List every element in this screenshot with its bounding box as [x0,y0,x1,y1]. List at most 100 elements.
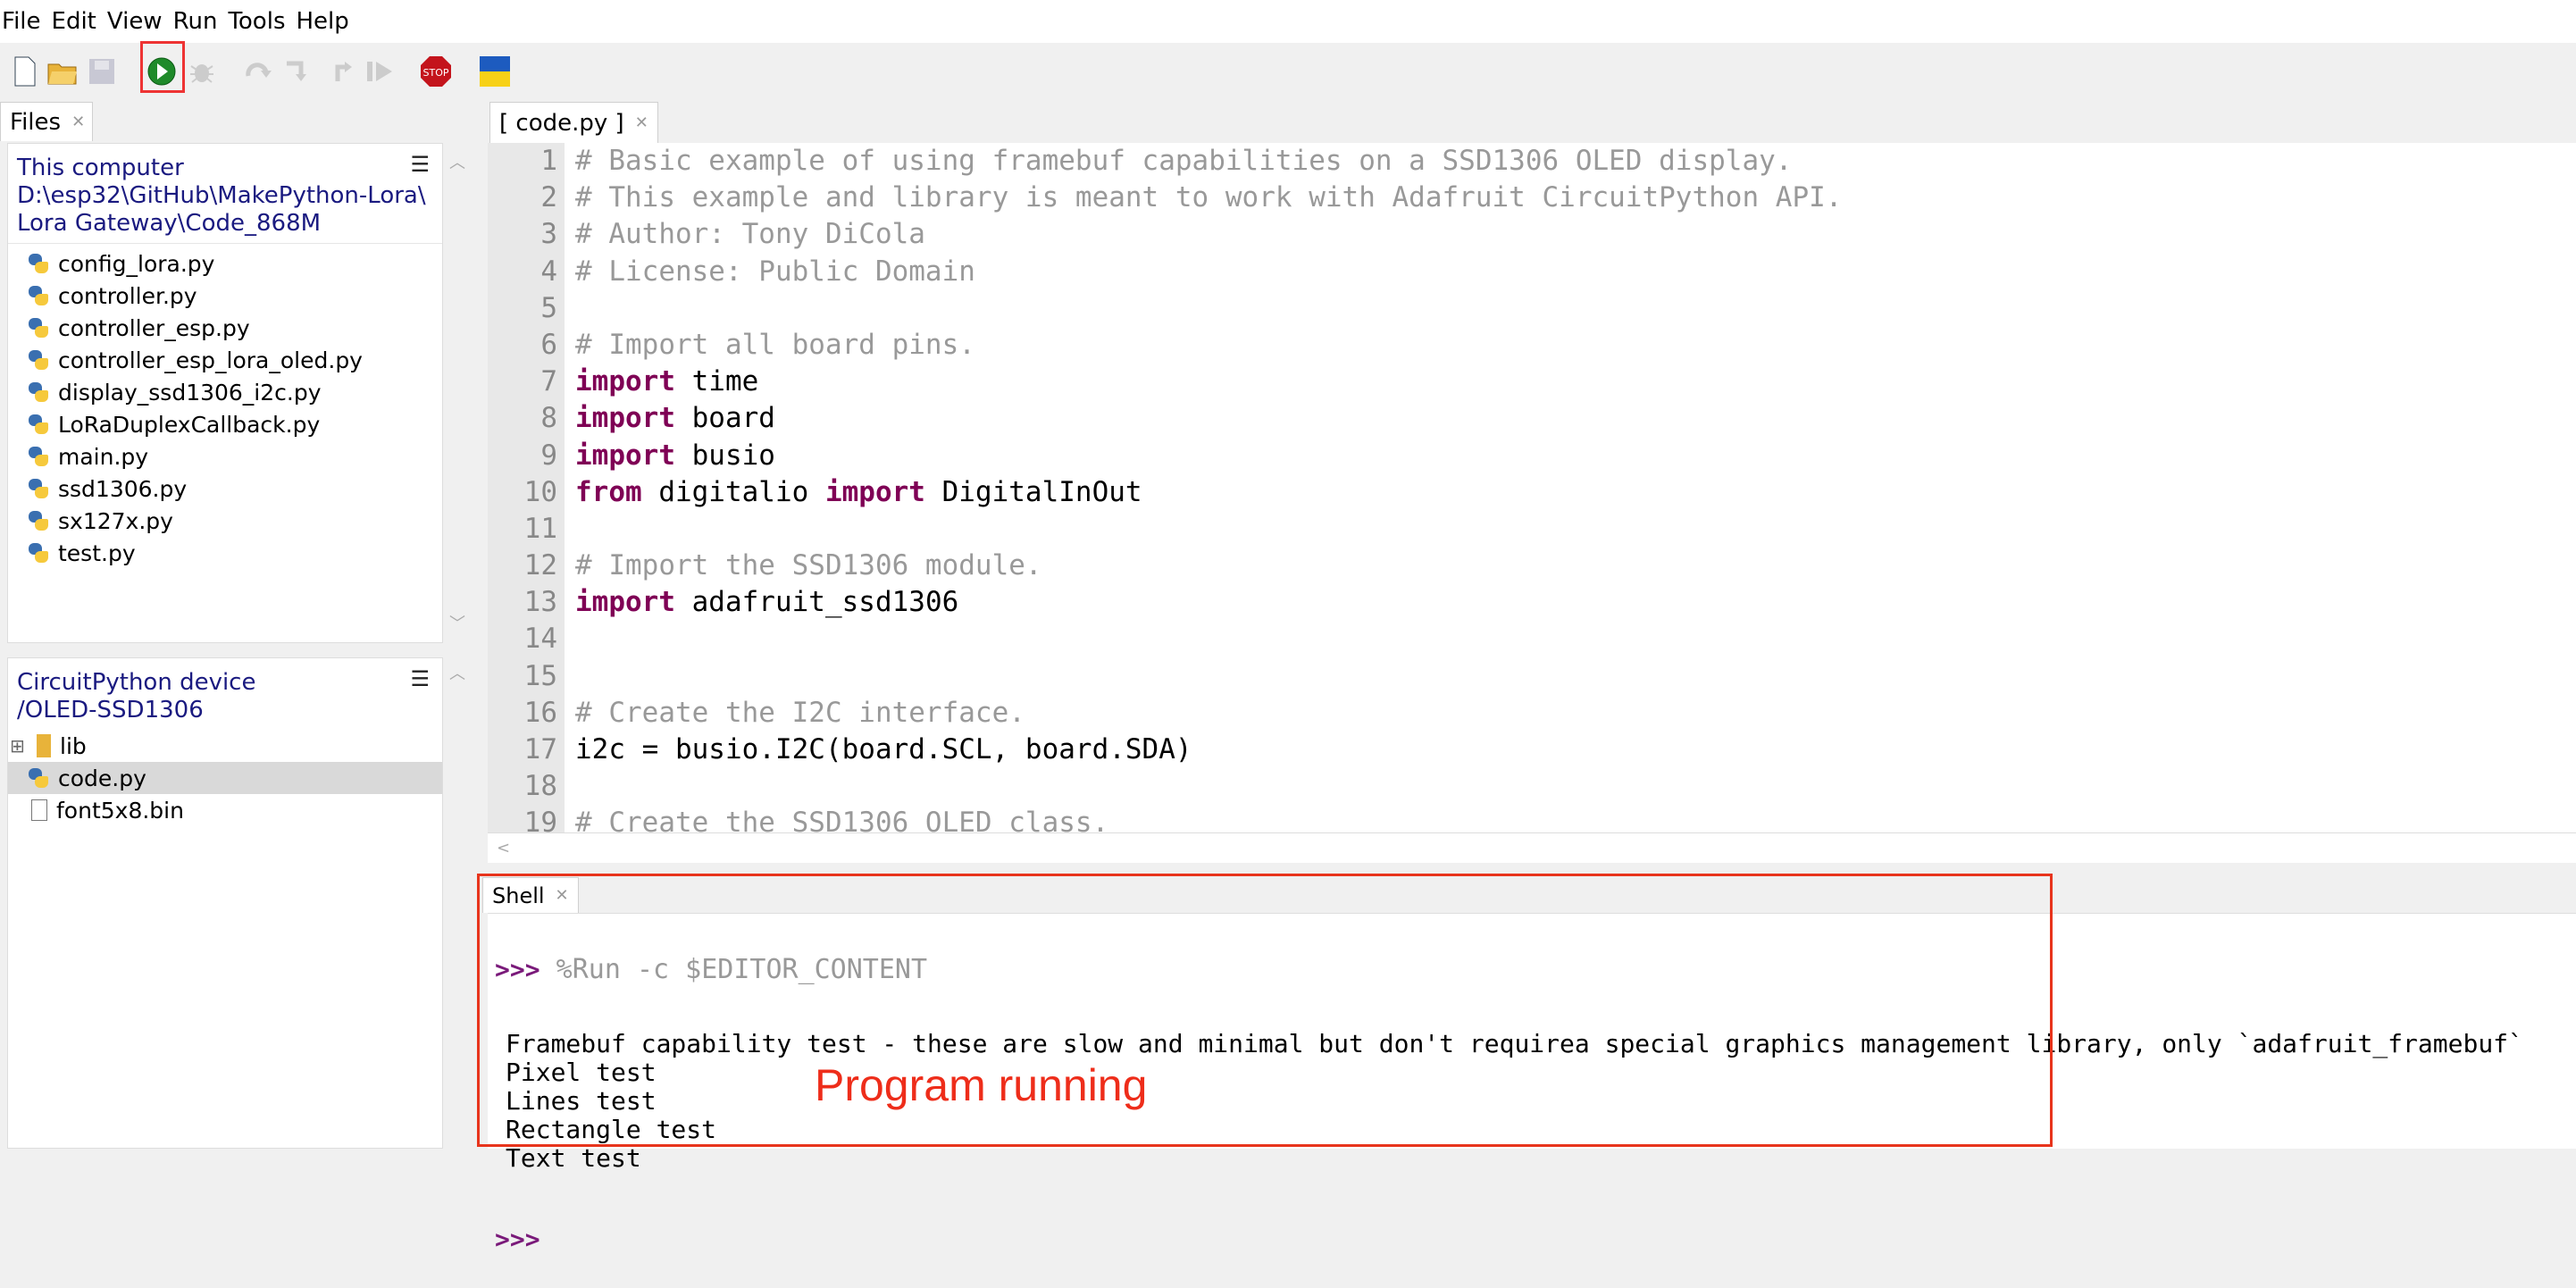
menu-item-edit[interactable]: Edit [50,8,104,35]
new-file-icon[interactable] [7,54,43,89]
folder-icon [37,734,51,757]
line-number: 2 [540,181,557,214]
this-computer-title: This computer [17,155,184,181]
python-file-icon [28,446,49,467]
file-name: lib [60,732,87,759]
stop-icon[interactable]: STOP [418,54,454,89]
step-into-icon[interactable] [281,54,317,89]
stop-label: STOP [423,67,449,79]
file-list-item[interactable]: test.py [8,537,442,569]
toolbar: STOP [0,43,2576,102]
file-list-item[interactable]: sx127x.py [8,505,442,537]
ukraine-flag-icon[interactable] [477,54,513,89]
line-number: 13 [523,586,557,619]
python-file-icon [28,349,49,371]
line-number: 16 [523,696,557,729]
line-number: 19 [523,807,557,832]
close-icon[interactable]: ✕ [635,113,648,132]
step-over-icon[interactable] [241,54,277,89]
step-out-icon[interactable] [323,54,359,89]
file-list-item[interactable]: controller.py [8,280,442,312]
this-computer-panel: This computer D:\esp32\GitHub\MakePython… [7,143,443,643]
python-file-icon [28,542,49,564]
code-text: # Import the SSD1306 module. [575,549,1042,582]
close-icon[interactable]: ✕ [71,113,85,131]
menu-item-file[interactable]: File [0,8,48,35]
tab-code-py[interactable]: [ code.py ] ✕ [489,102,658,143]
code-line: # Import all board pins. [575,327,1842,364]
keyword: import [575,365,675,398]
device-panel: CircuitPython device /OLED-SSD1306 ☰ ⊞ li… [7,657,443,1149]
file-name: sx127x.py [58,507,173,534]
path-line-1[interactable]: D:\esp32\GitHub\MakePython-Lora\ [17,182,433,210]
files-scrollbar[interactable]: ︿ ﹀ [447,143,468,643]
line-number: 10 [523,475,557,508]
line-number-gutter: 1 2 3 4 5 6 7 8 9 10 11 12 13 14 15 16 17 18 19 [488,143,565,832]
code-editor[interactable]: 1 2 3 4 5 6 7 8 9 10 11 12 13 14 15 16 17 18 19 # Basic ex… [488,143,2576,832]
shell-prompt-current[interactable]: >>> [495,1225,540,1254]
file-list-item[interactable]: controller_esp_lora_oled.py [8,344,442,376]
this-computer-header: This computer D:\esp32\GitHub\MakePython… [8,144,442,244]
code-content[interactable]: # Basic example of using framebuf capabi… [575,143,1842,832]
line-number: 1 [540,145,557,177]
code-text: adafruit_ssd1306 [674,586,959,619]
hamburger-menu-icon[interactable]: ☰ [410,665,430,693]
file-list-item[interactable]: config_lora.py [8,247,442,280]
file-list-item[interactable]: controller_esp.py [8,312,442,344]
file-list-item[interactable]: LoRaDuplexCallback.py [8,408,442,440]
run-highlight-box [140,41,185,93]
device-path[interactable]: /OLED-SSD1306 [17,697,433,724]
code-line: # Basic example of using framebuf capabi… [575,143,1842,180]
tab-files[interactable]: Files ✕ [0,102,93,141]
file-name: display_ssd1306_i2c.py [58,379,322,406]
line-number: 6 [540,328,557,361]
editor-tab-label: [ code.py ] [499,109,624,137]
file-name: controller_esp.py [58,314,250,341]
device-file-item[interactable]: ⊞ lib [8,730,442,762]
device-file-item[interactable]: font5x8.bin [8,794,442,826]
device-file-item[interactable]: code.py [8,762,442,794]
keyword: import [824,475,925,508]
resume-icon[interactable] [363,54,398,89]
file-icon [31,799,47,821]
open-folder-icon[interactable] [45,54,80,89]
menu-item-view[interactable]: View [105,8,170,35]
code-line: # Author: Tony DiCola [575,216,1842,253]
python-file-icon [28,253,49,274]
path-line-2[interactable]: Lora Gateway\Code_868M [17,210,433,238]
menu-item-help[interactable]: Help [295,8,356,35]
expand-icon[interactable]: ⊞ [10,735,28,757]
menu-bar: File Edit View Run Tools Help [0,0,2576,43]
python-file-icon [28,414,49,435]
line-number: 5 [540,291,557,324]
device-scrollbar[interactable]: ︿ [447,657,468,1149]
code-line: # This example and library is meant to w… [575,180,1842,216]
save-icon[interactable] [84,54,120,89]
code-line: import time [575,364,1842,400]
python-file-icon [28,381,49,403]
file-name: controller_esp_lora_oled.py [58,347,363,373]
debug-icon[interactable] [184,54,220,89]
editor-horizontal-scrollbar[interactable]: < [488,832,2576,863]
menu-item-tools[interactable]: Tools [226,8,292,35]
keyword: from [575,475,642,508]
device-title: CircuitPython device [17,669,256,696]
file-list-item[interactable]: display_ssd1306_i2c.py [8,376,442,408]
code-line: import busio [575,438,1842,474]
hamburger-menu-icon[interactable]: ☰ [410,151,430,179]
keyword: import [575,402,675,435]
menu-item-run[interactable]: Run [171,8,225,35]
file-list-item[interactable]: ssd1306.py [8,473,442,505]
code-text: busio [674,439,775,472]
line-number: 8 [540,402,557,435]
code-text: # License: Public Domain [575,255,975,288]
code-text: board [674,402,775,435]
files-pane: Files ✕ This computer D:\esp32\GitHub\Mak… [0,102,470,1149]
file-list-item[interactable]: main.py [8,440,442,473]
code-line: from digitalio import DigitalInOut [575,474,1842,511]
